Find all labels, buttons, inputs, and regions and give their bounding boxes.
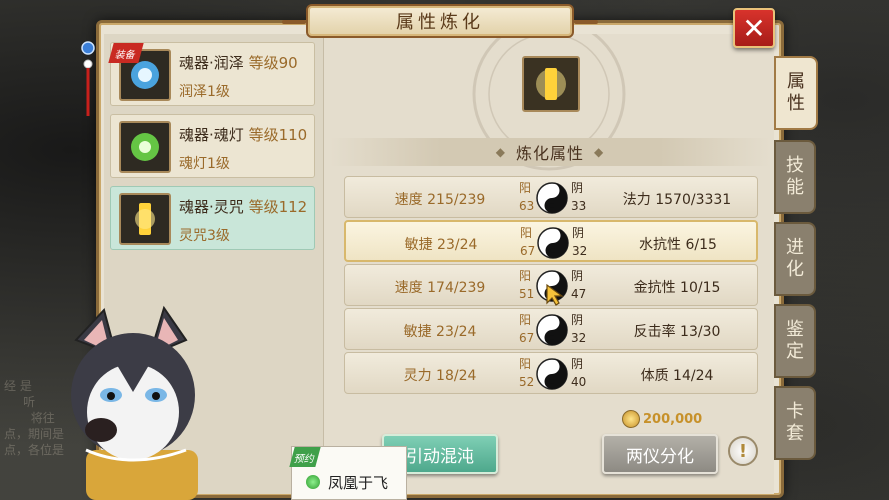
yang-value: 63 xyxy=(519,199,535,213)
yang-value: 52 xyxy=(519,375,535,389)
split-yinyang-label: 两仪分化 xyxy=(626,446,694,467)
tab-card-set-label: 卡 套 xyxy=(786,401,804,444)
list-item-lingzhou[interactable]: 魂器·灵咒 等级112 灵咒3级 xyxy=(110,186,315,250)
item-level: 等级112 xyxy=(248,198,308,216)
yang-attribute: 敏捷 23/24 xyxy=(403,324,477,340)
yang-value: 67 xyxy=(520,244,536,258)
yin-label: 阴 xyxy=(571,357,584,371)
section-header: ◆ 炼化属性 ◆ xyxy=(330,138,770,166)
item-sub: 灵咒3级 xyxy=(179,228,230,244)
attr-row-2[interactable]: 敏捷 23/24 阳 67 阴 32 水抗性 6/15 xyxy=(344,220,758,262)
item-sub: 润泽1级 xyxy=(179,84,230,100)
yang-label: 阳 xyxy=(520,226,533,240)
chat-notification[interactable]: 预约 凤凰于飞 xyxy=(289,446,407,500)
yin-attribute: 法力 1570/3331 xyxy=(622,192,732,208)
yin-label: 阴 xyxy=(571,181,584,195)
soul-talisman-icon-gold xyxy=(119,193,171,245)
yang-attribute: 速度 215/239 xyxy=(394,192,486,208)
coin-icon xyxy=(622,410,640,428)
yin-value: 40 xyxy=(571,375,587,389)
background-text: 经 是 听 将往 点，期间是 点，各位是 xyxy=(4,379,65,457)
taiji-icon[interactable] xyxy=(536,314,568,346)
close-icon: ✕ xyxy=(742,11,766,45)
chat-message: 凤凰于飞 xyxy=(328,474,389,492)
yang-label: 阳 xyxy=(519,357,532,371)
yang-label: 阳 xyxy=(519,269,532,283)
attr-row-1[interactable]: 速度 215/239 阳 63 阴 33 法力 1570/3331 xyxy=(344,176,758,218)
window-title: 属性炼化 xyxy=(282,4,598,38)
attr-row-4[interactable]: 敏捷 23/24 阳 67 阴 32 反击率 13/30 xyxy=(344,308,758,350)
taiji-icon[interactable] xyxy=(536,182,568,214)
equipped-badge: 装备 xyxy=(108,43,144,63)
online-dot-icon xyxy=(306,475,320,489)
item-name: 魂器·润泽 等级90 xyxy=(179,52,298,73)
title-ornament-left xyxy=(282,20,306,24)
tab-attributes[interactable]: 属 性 xyxy=(774,56,818,130)
item-title: 魂器·灵咒 xyxy=(179,198,244,216)
chaos-refine-label: 引动混沌 xyxy=(406,446,474,467)
item-name: 魂器·魂灯 等级110 xyxy=(179,124,307,145)
list-item-hundeng[interactable]: 魂器·魂灯 等级110 魂灯1级 xyxy=(110,114,315,178)
taiji-icon[interactable] xyxy=(536,358,568,390)
split-yinyang-button[interactable]: 两仪分化 xyxy=(602,434,718,474)
tab-card-set[interactable]: 卡 套 xyxy=(774,386,816,460)
yin-value: 47 xyxy=(571,287,587,301)
title-ornament-right xyxy=(574,20,598,24)
cost-display: 200,000 xyxy=(622,410,702,428)
attr-row-5[interactable]: 灵力 18/24 阳 52 阴 40 体质 14/24 xyxy=(344,352,758,394)
yang-attribute: 速度 174/239 xyxy=(394,280,486,296)
cost-value: 200,000 xyxy=(643,411,703,427)
yin-attribute: 水抗性 6/15 xyxy=(639,237,717,253)
item-level: 等级90 xyxy=(248,54,298,72)
yin-attribute: 体质 14/24 xyxy=(640,368,714,384)
yin-attribute: 反击率 13/30 xyxy=(633,324,721,340)
yin-label: 阴 xyxy=(572,226,585,240)
tab-evolve-label: 进 化 xyxy=(786,237,804,280)
streamer-avatar-dog xyxy=(71,305,198,500)
info-icon: ! xyxy=(738,440,748,462)
taiji-icon[interactable] xyxy=(537,227,569,259)
tab-appraise-label: 鉴 定 xyxy=(786,319,804,362)
item-sub: 魂灯1级 xyxy=(179,156,230,172)
tab-evolve[interactable]: 进 化 xyxy=(774,222,816,296)
tab-skills-label: 技 能 xyxy=(786,155,804,198)
tab-appraise[interactable]: 鉴 定 xyxy=(774,304,816,378)
yang-label: 阳 xyxy=(519,181,532,195)
item-title: 魂器·魂灯 xyxy=(179,126,244,144)
yin-label: 阴 xyxy=(571,269,584,283)
reservation-tag: 预约 xyxy=(289,447,321,467)
item-title: 魂器·润泽 xyxy=(179,54,244,72)
item-level: 等级110 xyxy=(248,126,308,144)
tab-skills[interactable]: 技 能 xyxy=(774,140,816,214)
yin-value: 33 xyxy=(571,199,587,213)
yin-value: 32 xyxy=(571,331,587,345)
yang-attribute: 灵力 18/24 xyxy=(403,368,477,384)
item-name: 魂器·灵咒 等级112 xyxy=(179,196,307,217)
window-title-text: 属性炼化 xyxy=(396,12,484,33)
yang-value: 51 xyxy=(519,287,535,301)
info-button[interactable]: ! xyxy=(728,436,758,466)
yang-value: 67 xyxy=(519,331,535,345)
charm-ornament xyxy=(81,41,95,116)
section-title: 炼化属性 xyxy=(515,144,584,163)
yin-attribute: 金抗性 10/15 xyxy=(633,280,721,296)
yin-value: 32 xyxy=(572,244,588,258)
close-button[interactable]: ✕ xyxy=(733,8,775,48)
header-ornament-left: ◆ xyxy=(495,145,506,159)
tab-attributes-label: 属 性 xyxy=(787,71,805,114)
selected-soul-talisman-icon xyxy=(522,56,580,112)
yang-label: 阳 xyxy=(519,313,532,327)
list-item-runze[interactable]: 装备 魂器·润泽 等级90 润泽1级 xyxy=(108,42,315,106)
soul-lamp-icon-green xyxy=(119,121,171,173)
header-ornament-right: ◆ xyxy=(594,145,605,159)
yang-attribute: 敏捷 23/24 xyxy=(404,237,478,253)
cursor-icon xyxy=(546,283,564,306)
yin-label: 阴 xyxy=(571,313,584,327)
